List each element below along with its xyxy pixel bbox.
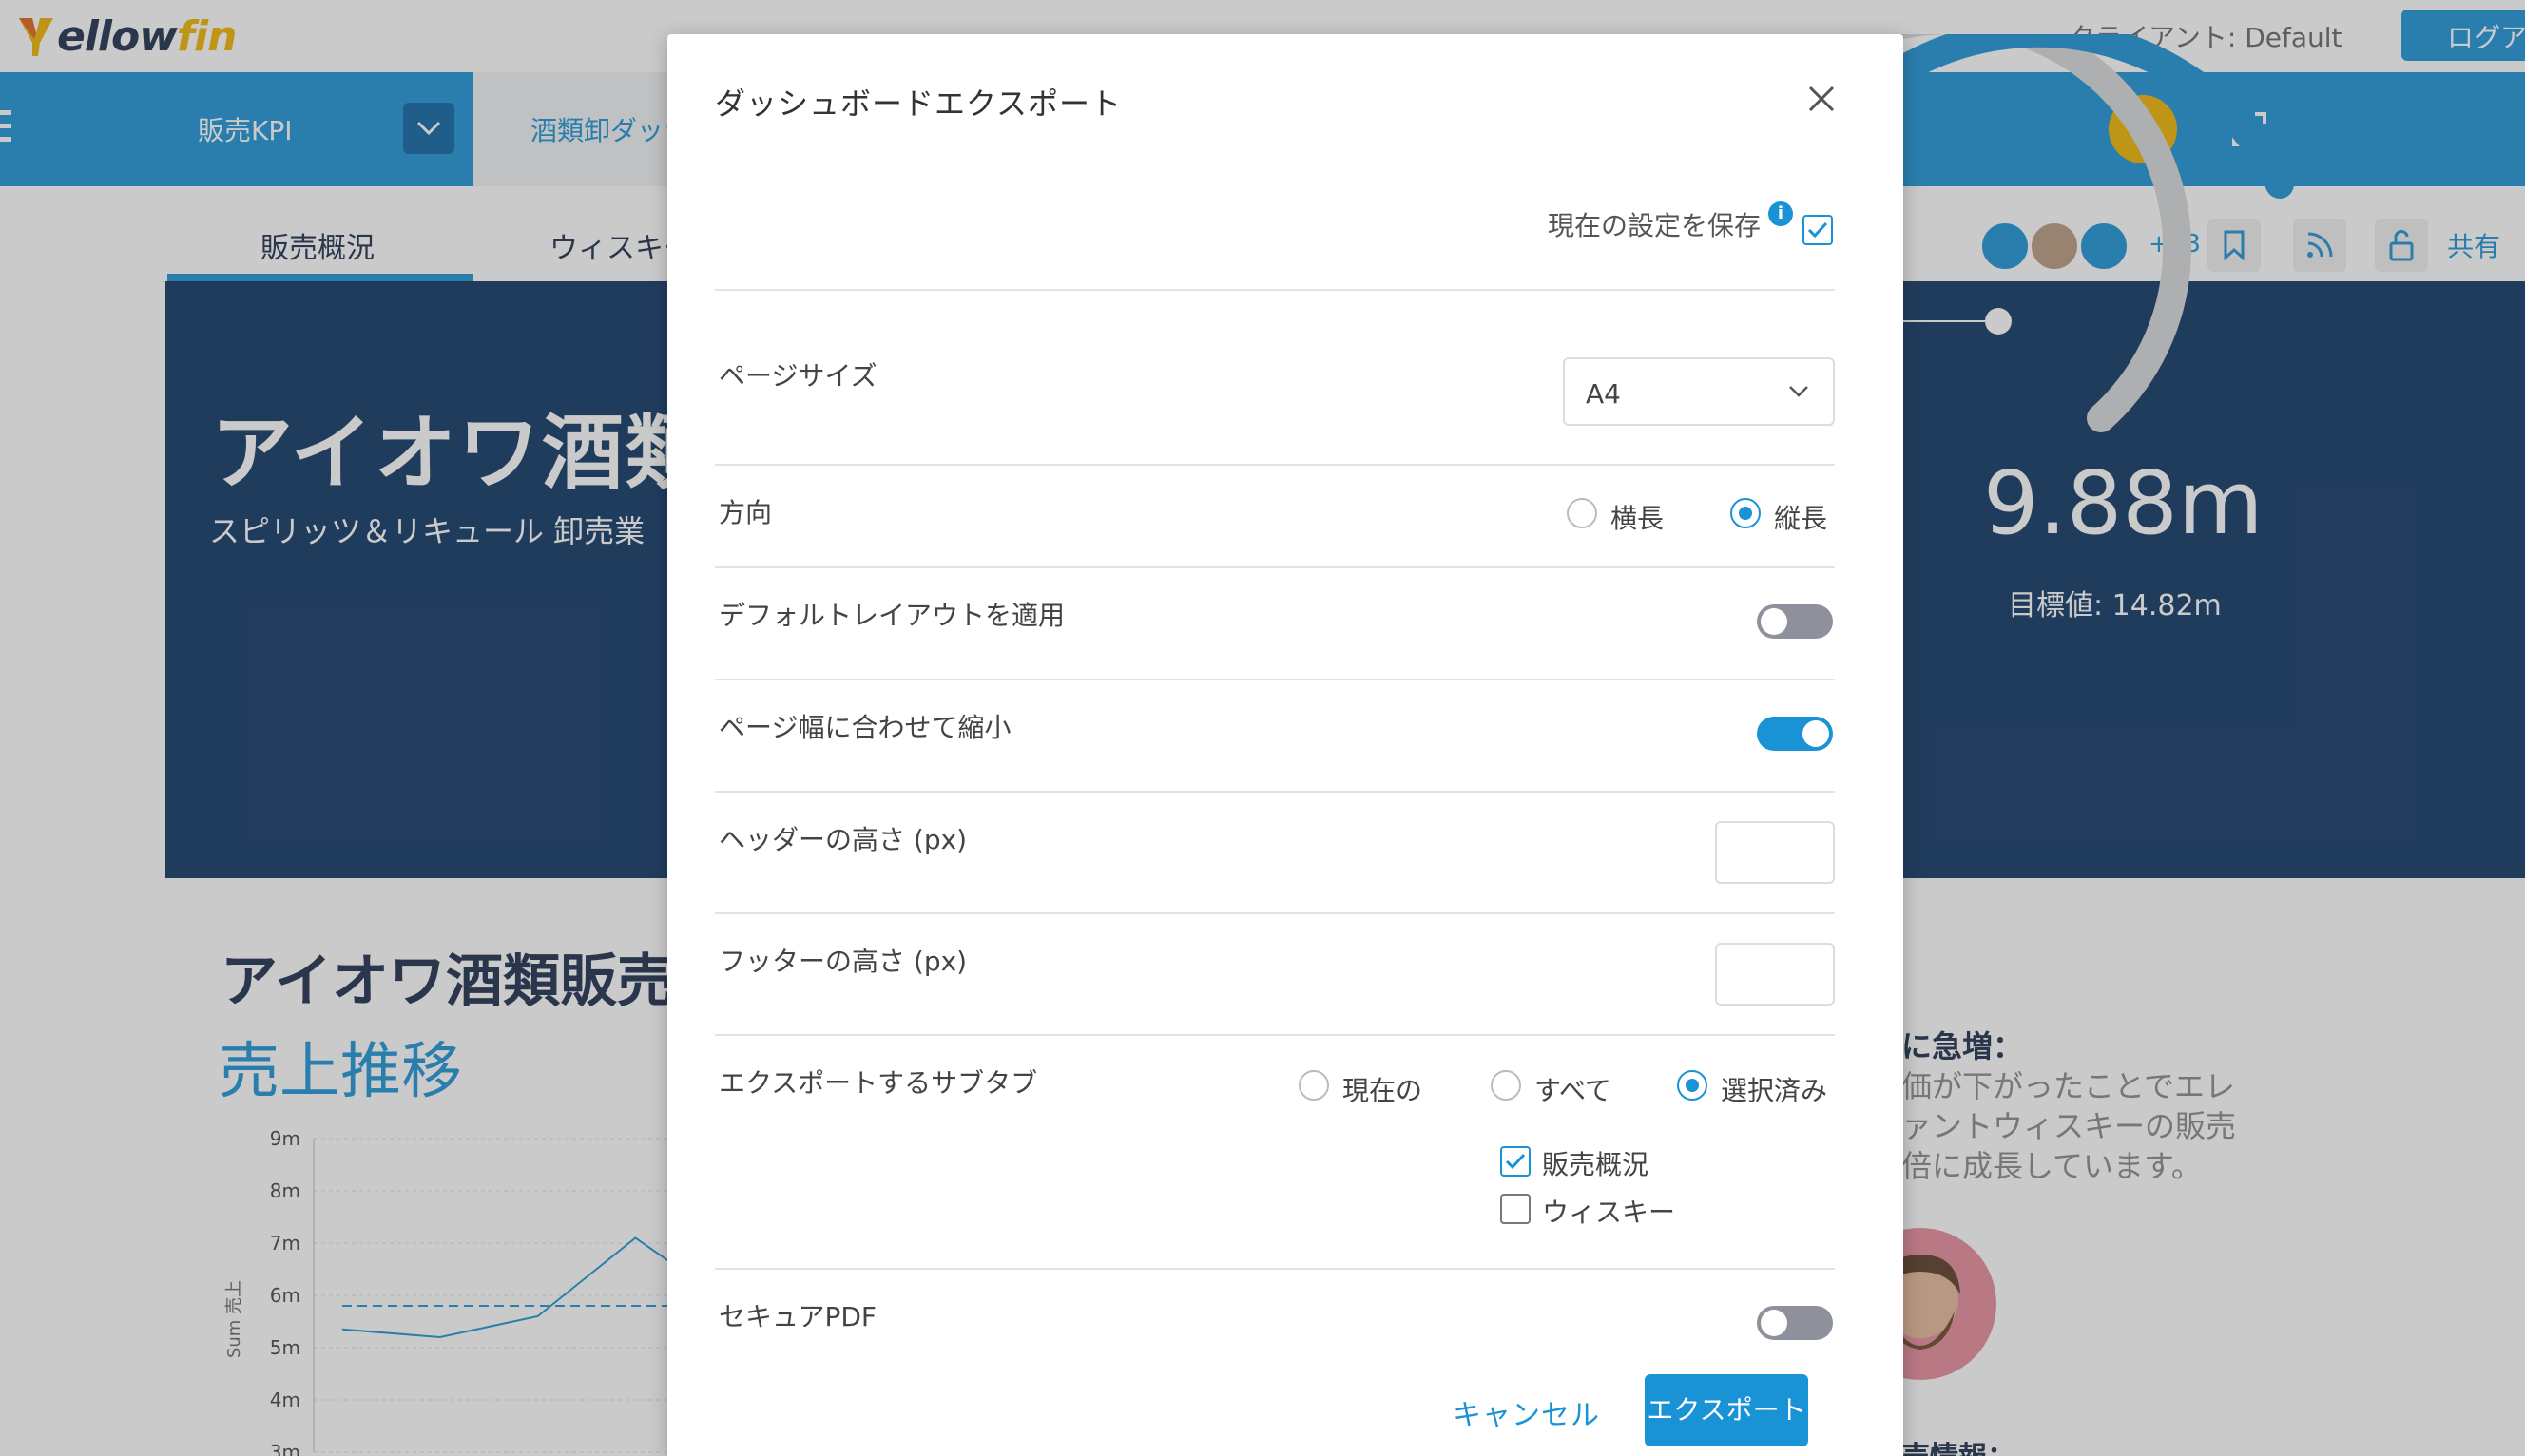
chevron-down-icon <box>1789 386 1808 397</box>
orientation-portrait-radio[interactable] <box>1730 498 1761 528</box>
subtab-whisky-label[interactable]: ウィスキー <box>1542 1192 1675 1230</box>
footer-height-label: フッターの高さ (px) <box>719 946 968 977</box>
subtab-sales-overview-label[interactable]: 販売概況 <box>1542 1144 1648 1182</box>
divider <box>715 566 1835 568</box>
page-size-select[interactable]: A4 <box>1563 357 1835 426</box>
default-layout-label: デフォルトレイアウトを適用 <box>719 600 1066 631</box>
divider <box>715 1268 1835 1270</box>
dialog-title: ダッシュボードエクスポート <box>715 86 1123 122</box>
orientation-portrait-label[interactable]: 縦長 <box>1774 498 1827 536</box>
checkmark-icon <box>1505 1153 1526 1170</box>
subtab-whisky-checkbox[interactable] <box>1500 1194 1531 1224</box>
divider <box>715 791 1835 793</box>
orientation-landscape-label[interactable]: 横長 <box>1610 498 1664 536</box>
divider <box>715 912 1835 914</box>
close-icon[interactable] <box>1804 82 1839 116</box>
subtabs-all-radio[interactable] <box>1491 1070 1521 1101</box>
dashboard-export-dialog: ダッシュボードエクスポート 現在の設定を保存 i ページサイズ A4 方向 横長… <box>667 34 1903 1456</box>
default-layout-toggle[interactable] <box>1757 604 1833 639</box>
subtabs-current-label[interactable]: 現在の <box>1342 1070 1422 1108</box>
divider <box>715 464 1835 466</box>
header-height-input[interactable] <box>1715 821 1835 884</box>
footer-height-input[interactable] <box>1715 943 1835 1006</box>
subtabs-selected-radio[interactable] <box>1677 1070 1707 1101</box>
secure-pdf-label: セキュアPDF <box>719 1301 877 1332</box>
cancel-button[interactable]: キャンセル <box>1453 1391 1600 1433</box>
divider <box>715 289 1835 291</box>
subtabs-selected-label[interactable]: 選択済み <box>1721 1070 1827 1108</box>
fit-width-label: ページ幅に合わせて縮小 <box>719 712 1012 743</box>
subtabs-all-label[interactable]: すべて <box>1534 1070 1611 1108</box>
export-subtabs-label: エクスポートするサブタブ <box>719 1067 1038 1099</box>
divider <box>715 679 1835 680</box>
page-size-label: ページサイズ <box>719 360 877 392</box>
info-icon[interactable]: i <box>1768 201 1793 226</box>
orientation-label: 方向 <box>719 497 773 528</box>
subtabs-current-radio[interactable] <box>1299 1070 1329 1101</box>
header-height-label: ヘッダーの高さ (px) <box>719 824 968 855</box>
page-size-value: A4 <box>1586 378 1621 410</box>
fit-width-toggle[interactable] <box>1757 717 1833 751</box>
orientation-landscape-radio[interactable] <box>1567 498 1597 528</box>
save-settings-label: 現在の設定を保存 <box>1548 210 1762 241</box>
subtab-sales-overview-checkbox[interactable] <box>1500 1146 1531 1177</box>
export-button[interactable]: エクスポート <box>1645 1374 1808 1446</box>
checkmark-icon <box>1807 221 1828 239</box>
secure-pdf-toggle[interactable] <box>1757 1306 1833 1340</box>
save-settings-checkbox[interactable] <box>1802 215 1833 245</box>
divider <box>715 1034 1835 1036</box>
